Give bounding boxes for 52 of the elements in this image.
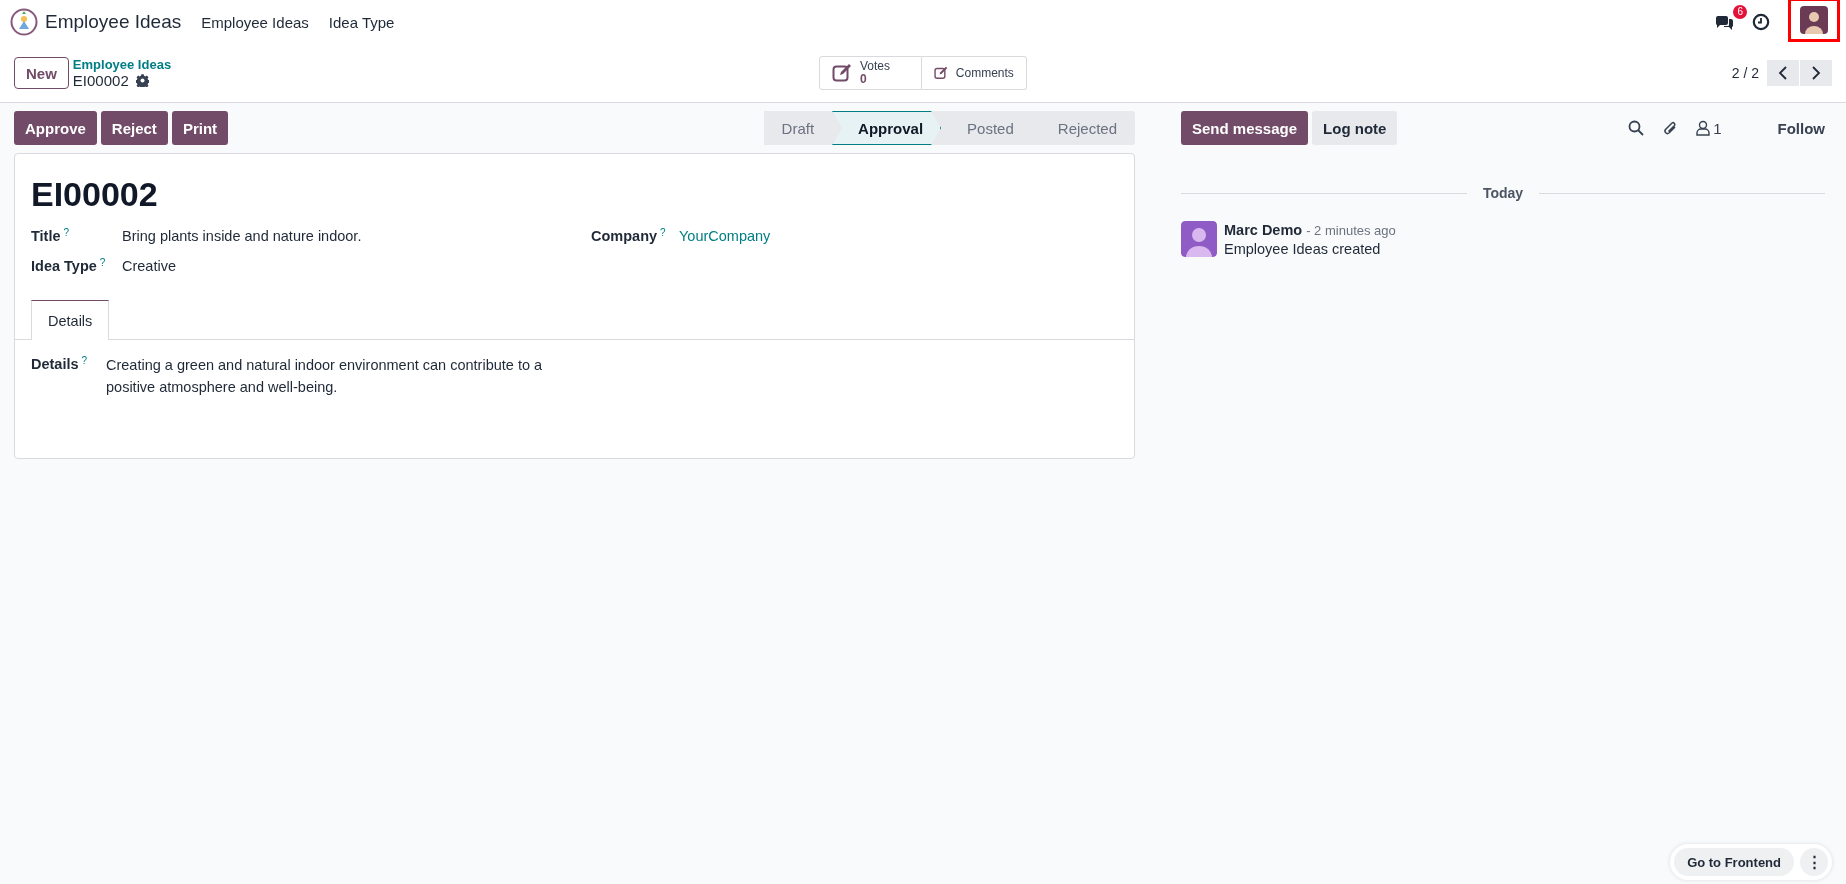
followers-button[interactable]: 1 — [1696, 119, 1722, 137]
help-tooltip-mark[interactable]: ? — [81, 356, 88, 366]
field-value: Bring plants inside and nature indoor. — [122, 228, 362, 244]
user-avatar[interactable] — [1800, 6, 1828, 34]
avatar-silhouette[interactable] — [1181, 221, 1217, 257]
person-icon — [1696, 120, 1711, 136]
help-tooltip-mark[interactable]: ? — [660, 228, 666, 238]
edit-icon — [831, 63, 852, 83]
new-button[interactable]: New — [14, 57, 69, 89]
action-button[interactable]: Reject — [100, 111, 168, 145]
chevron-left-icon — [1778, 66, 1788, 80]
message-count-badge: 6 — [1733, 5, 1747, 19]
field-link[interactable]: YourCompany — [679, 228, 771, 244]
menu-item[interactable]: Employee Ideas — [201, 13, 309, 31]
app-logo-icon[interactable] — [10, 8, 38, 36]
pager-value: 2 / 2 — [1731, 65, 1759, 81]
chatter-button[interactable]: Log note — [1312, 111, 1398, 145]
search-icon[interactable] — [1628, 120, 1645, 136]
chatter-button[interactable]: Send message — [1181, 111, 1309, 145]
app-title[interactable]: Employee Ideas — [45, 11, 182, 33]
field-label: Company — [591, 228, 658, 244]
chevron-right-icon — [1811, 66, 1821, 80]
record-title: EI00002 — [31, 174, 159, 214]
menu-item[interactable]: Idea Type — [328, 13, 395, 31]
status-stage[interactable]: Approval — [832, 111, 942, 145]
record-name: EI00002 — [72, 72, 129, 89]
field-value: Creating a green and natural indoor environment can contribute to a positive atmosphere and well-being. — [106, 356, 544, 397]
follow-button[interactable]: Follow — [1777, 119, 1825, 137]
date-separator: Today — [1482, 185, 1524, 201]
gear-icon[interactable] — [135, 74, 149, 87]
field-label: Title — [31, 228, 61, 244]
paperclip-icon[interactable] — [1662, 119, 1679, 137]
message-time: - 2 minutes ago — [1306, 223, 1396, 238]
message-text: Employee Ideas created — [1224, 241, 1382, 257]
next-button[interactable] — [1800, 60, 1832, 86]
action-button[interactable]: Approve — [14, 111, 97, 145]
smart-button[interactable]: Comments — [921, 56, 1027, 90]
breadcrumb-link[interactable]: Employee Ideas — [72, 57, 172, 72]
smart-button[interactable]: Votes 0 — [818, 56, 922, 90]
field-value: Creative — [122, 258, 176, 274]
message-author[interactable]: Marc Demo — [1224, 222, 1303, 238]
clock-icon[interactable] — [1752, 13, 1770, 31]
field-label: Idea Type — [31, 258, 97, 274]
help-tooltip-mark[interactable]: ? — [63, 228, 70, 238]
field-label: Details — [31, 356, 79, 372]
chat-bubbles-icon[interactable] — [1714, 13, 1734, 31]
help-tooltip-mark[interactable]: ? — [99, 258, 106, 268]
more-options-button[interactable]: ⋮ — [1800, 848, 1828, 876]
previous-button[interactable] — [1767, 60, 1799, 86]
notebook-tab[interactable]: Details — [31, 300, 110, 340]
go-to-frontend-button[interactable]: Go to Frontend — [1674, 848, 1794, 876]
action-button[interactable]: Print — [171, 111, 229, 145]
